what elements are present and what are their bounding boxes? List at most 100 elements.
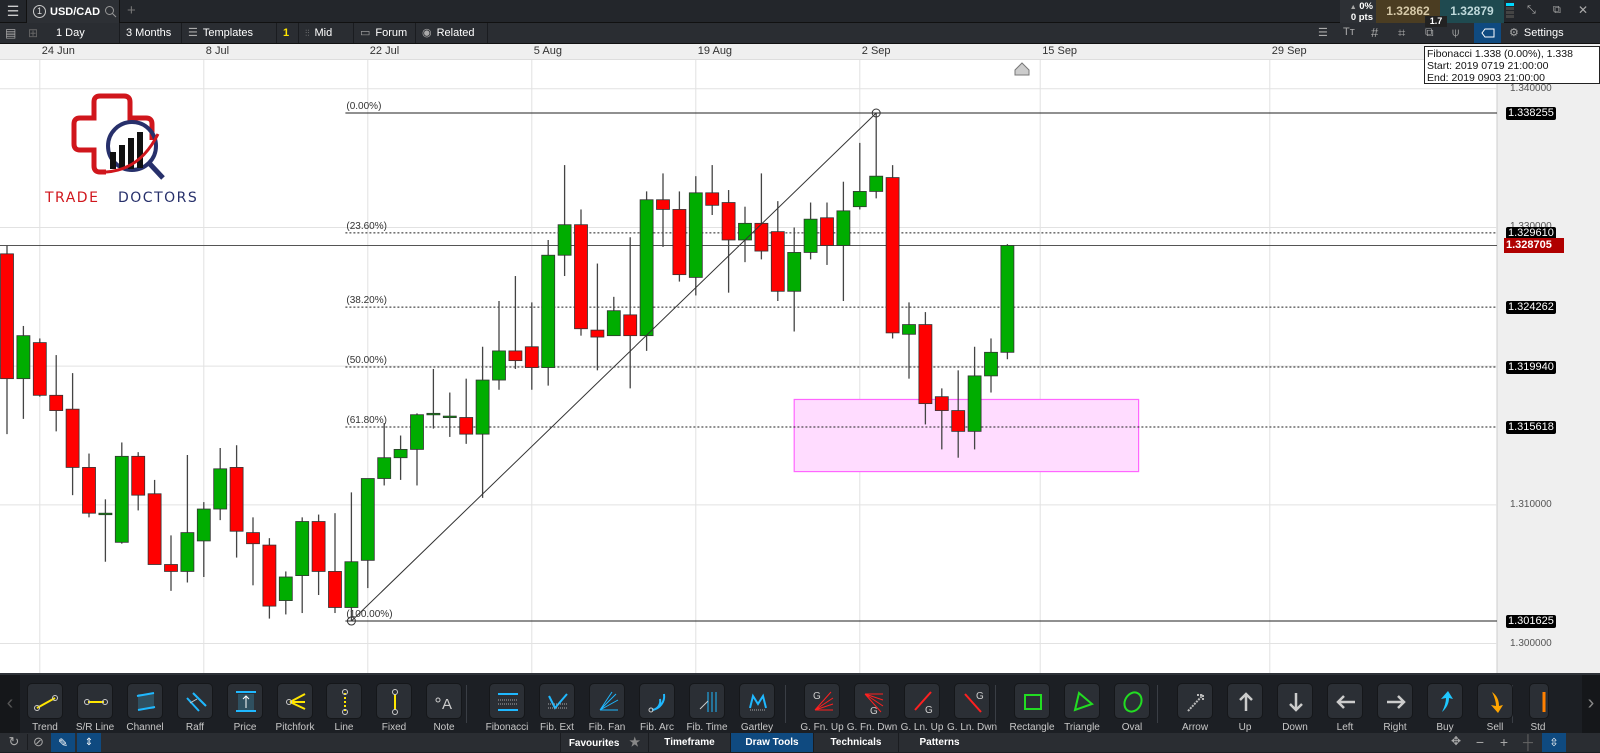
text-size-icon[interactable]: Tт (1343, 26, 1355, 38)
related-label: Related (436, 27, 475, 39)
candle-body (590, 329, 605, 338)
candle-body (16, 335, 31, 380)
instrument-tab[interactable]: 1 USD/CAD (26, 0, 120, 23)
tab-favourites[interactable]: Favourites ★ (560, 733, 648, 752)
tool-g-ln-up-button[interactable]: G (904, 683, 940, 719)
tab-technicals[interactable]: Technicals (813, 733, 898, 752)
oval-icon (1123, 691, 1143, 713)
tool-oval-button[interactable] (1114, 683, 1150, 719)
trade-doctors-logo: TRADE DOCTORS (44, 93, 197, 206)
popout-icon[interactable]: ⧉ (1553, 4, 1561, 17)
candle-body (639, 199, 654, 337)
menu-icon[interactable]: ☰ (5, 3, 21, 19)
templates-button[interactable]: ☰ Templates (182, 23, 277, 43)
close-icon[interactable]: ✕ (1578, 3, 1588, 17)
align-right-icon[interactable]: ☰ (1318, 26, 1328, 39)
pencil-icon[interactable]: ✎ (51, 733, 75, 752)
tool-trend-button[interactable] (27, 683, 63, 719)
scroll-right-button[interactable]: › (1582, 675, 1600, 733)
crosshair-icon[interactable]: ┼ (1518, 734, 1538, 750)
candle-body (0, 253, 14, 380)
tool-gartley-button[interactable] (739, 683, 775, 719)
tool-g-fn-up-button[interactable]: G (804, 683, 840, 719)
candle-body (934, 396, 949, 411)
zoom-out-icon[interactable]: − (1470, 734, 1490, 750)
tool-pitchfork-button[interactable] (277, 683, 313, 719)
tool-triangle-button[interactable] (1064, 683, 1100, 719)
tool-fixed-button[interactable] (376, 683, 412, 719)
list-icon[interactable]: ▤ (5, 26, 16, 40)
zoom-in-icon[interactable]: + (1494, 734, 1514, 750)
candle-body (213, 468, 228, 510)
tool-buy-button[interactable] (1427, 683, 1463, 719)
tool-fib-fan-button[interactable] (589, 683, 625, 719)
candle-body (902, 324, 916, 335)
tool-price-button[interactable] (227, 683, 263, 719)
move-icon[interactable]: ✥ (1446, 734, 1466, 748)
range-dropdown[interactable]: 3 Months (120, 23, 182, 43)
tab-patterns[interactable]: Patterns (898, 733, 980, 752)
tool-rectangle-button[interactable] (1014, 683, 1050, 719)
no-entry-icon[interactable]: ⊘ (27, 734, 49, 750)
fit-vertical-icon[interactable]: ⇳ (1542, 733, 1566, 752)
tab-timeframe[interactable]: Timeframe (648, 733, 730, 752)
grid-icon[interactable]: # (1371, 25, 1378, 40)
crosshair-draw-icon[interactable]: ⌗ (1398, 25, 1405, 41)
price-type-label: Mid (314, 27, 333, 39)
fibonacci-tooltip: Fibonacci 1.338 (0.00%), 1.338 Start: 20… (1424, 46, 1600, 84)
tool-line-button[interactable] (326, 683, 362, 719)
tool-fibonacci-button[interactable] (489, 683, 525, 719)
arrow-up-icon (1239, 692, 1253, 711)
price-chart[interactable]: (0.00%) (23.60%) (38.20%) (50.00%) (61.80%) (… (0, 60, 1600, 673)
add-tab-button[interactable]: + (127, 2, 136, 19)
tool-fib-time-button[interactable] (689, 683, 725, 719)
layout-grid-icon[interactable]: ⊞ (28, 26, 38, 40)
settings-button[interactable]: ⚙ Settings (1501, 23, 1600, 43)
refresh-icon[interactable]: ↻ (4, 734, 24, 750)
tooltip-line-1: Fibonacci 1.338 (0.00%), 1.338 (1427, 48, 1573, 60)
candle-body (623, 314, 638, 337)
logo-word-trade: TRADE (44, 190, 99, 206)
toolbar-divider (785, 685, 786, 723)
star-icon[interactable]: ★ (629, 735, 640, 749)
tool-left-button[interactable] (1327, 683, 1363, 719)
tool-fib-arc-button[interactable] (639, 683, 675, 719)
date-tick-label: 29 Sep (1271, 45, 1307, 57)
minimize-icon[interactable]: ⤡ (1527, 4, 1536, 17)
collapse-icon[interactable]: ⇕ (77, 733, 101, 752)
tool-note-button[interactable]: A (426, 683, 462, 719)
buy-price-button[interactable]: 1.32879 (1440, 0, 1504, 23)
tab-draw-tools[interactable]: Draw Tools (730, 733, 813, 752)
svg-text:G: G (976, 691, 984, 702)
gann-line-up-icon: G (914, 691, 933, 716)
layers-icon[interactable]: ⧉ (1425, 25, 1434, 40)
interval-dropdown[interactable]: 1 Day (50, 23, 120, 43)
tool-fib-ext-button[interactable] (539, 683, 575, 719)
tool-channel-button[interactable] (127, 683, 163, 719)
tool-std-button[interactable] (1529, 683, 1549, 719)
search-icon[interactable] (104, 5, 117, 18)
price-type-button[interactable]: ⫶⫶ Mid (299, 23, 354, 43)
candles-icon: ⫶⫶ (305, 28, 310, 38)
indicator-icon[interactable]: ⍦ (1452, 25, 1459, 40)
candle-body (164, 564, 178, 572)
label-tag-button[interactable] (1474, 23, 1501, 43)
candle (639, 191, 654, 351)
tool-right-button[interactable] (1377, 683, 1413, 719)
candle-body (524, 346, 539, 368)
tool-raff-button[interactable] (177, 683, 213, 719)
tool-sell-button[interactable] (1477, 683, 1513, 719)
tool-down-button[interactable] (1277, 683, 1313, 719)
tool-s-r-line-button[interactable] (77, 683, 113, 719)
date-tick-label: 19 Aug (697, 45, 733, 57)
candle-body (360, 478, 375, 561)
tool-label: Oval (1121, 722, 1143, 733)
related-button[interactable]: ◉ Related (416, 23, 488, 43)
forum-button[interactable]: ▭ Forum (354, 23, 416, 43)
tool-arrow-button[interactable] (1177, 683, 1213, 719)
fib-time-icon (699, 692, 717, 712)
tool-up-button[interactable] (1227, 683, 1263, 719)
tool-g-ln-dwn-button[interactable]: G (954, 683, 990, 719)
tool-g-fn-dwn-button[interactable]: G (854, 683, 890, 719)
fib-fan-icon (599, 691, 619, 711)
